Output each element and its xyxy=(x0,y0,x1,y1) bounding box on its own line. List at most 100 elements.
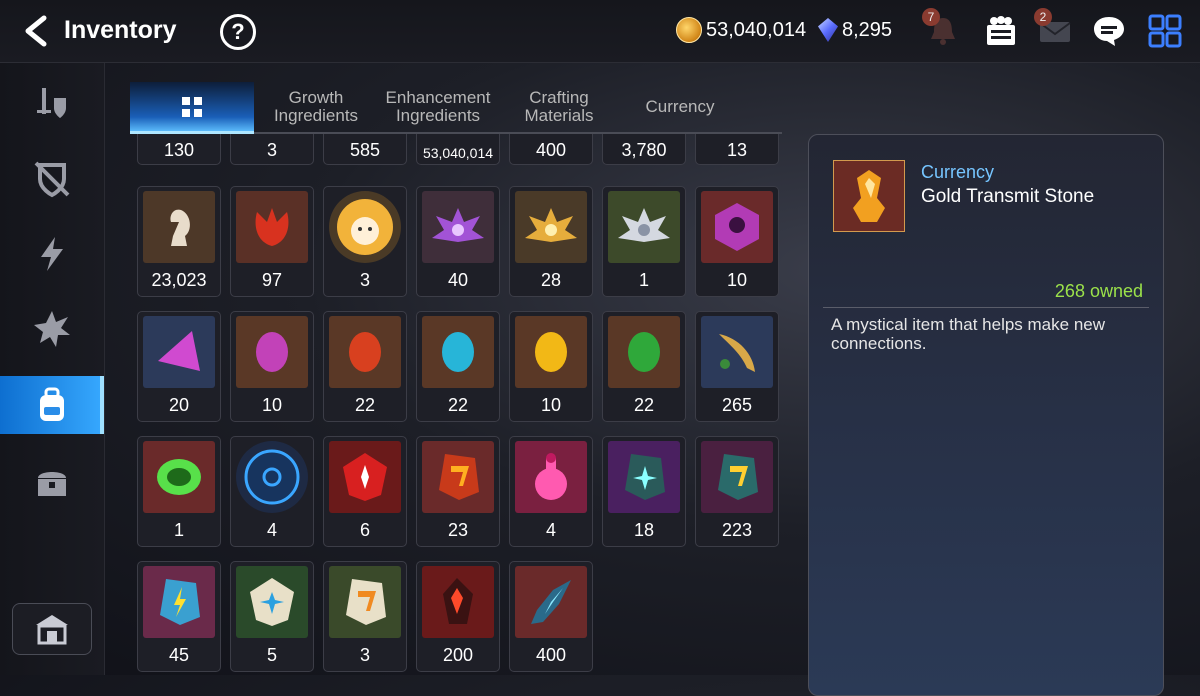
blue-lightning-stone-icon xyxy=(143,566,215,638)
item-slot[interactable]: 40 xyxy=(416,186,500,297)
red-crystal-icon xyxy=(329,441,401,513)
item-slot[interactable]: 10 xyxy=(230,311,314,422)
storehouse-icon xyxy=(36,615,68,645)
item-slot[interactable]: 22 xyxy=(416,311,500,422)
mail-badge: 2 xyxy=(1034,8,1052,26)
item-slot[interactable]: 97 xyxy=(230,186,314,297)
item-slot[interactable]: 22 xyxy=(323,311,407,422)
item-count: 22 xyxy=(354,395,376,415)
item-slot[interactable]: 3 xyxy=(323,186,407,297)
chat-icon[interactable] xyxy=(1090,12,1128,50)
item-slot[interactable]: 3 xyxy=(323,561,407,672)
item-slot[interactable]: 200 xyxy=(416,561,500,672)
item-description: A mystical item that helps make new conn… xyxy=(831,315,1106,353)
mail-icon[interactable]: 2 xyxy=(1034,8,1074,50)
sidebar-item-skill[interactable] xyxy=(0,225,104,283)
guild-icon[interactable] xyxy=(982,12,1020,50)
item-slot[interactable]: 20 xyxy=(137,311,221,422)
backpack-icon xyxy=(40,387,64,421)
teal-t-stone-icon xyxy=(701,441,773,513)
sidebar-item-items[interactable] xyxy=(0,376,104,434)
item-slot[interactable]: 10 xyxy=(509,311,593,422)
item-slot[interactable]: 53,040,014 xyxy=(416,134,500,165)
item-count: 6 xyxy=(359,520,370,540)
item-count: 5 xyxy=(266,645,277,665)
gold-lotus-icon xyxy=(515,191,587,263)
item-count: 45 xyxy=(168,645,190,665)
item-slot[interactable]: 13 xyxy=(695,134,779,165)
item-count: 20 xyxy=(168,395,190,415)
white-t-stone-icon xyxy=(329,566,401,638)
crystal-icon xyxy=(818,18,838,42)
item-count: 23,023 xyxy=(151,270,207,290)
item-tabs: Growth Ingredients Enhancement Ingredien… xyxy=(130,82,782,134)
item-slot[interactable]: 3,780 xyxy=(602,134,686,165)
inventory-grid: 130 3 585 53,040,014 400 3,780 13 23,023… xyxy=(133,134,783,675)
item-slot[interactable]: 10 xyxy=(695,186,779,297)
item-slot[interactable]: 5 xyxy=(230,561,314,672)
item-count: 40 xyxy=(447,270,469,290)
blue-circuit-disc-icon xyxy=(236,441,308,513)
item-slot[interactable]: 585 xyxy=(323,134,407,165)
white-star-stone-icon xyxy=(236,566,308,638)
sword-shield-icon xyxy=(37,88,66,118)
tab-growth-ingredients[interactable]: Growth Ingredients xyxy=(260,82,372,132)
item-slot[interactable]: 4 xyxy=(509,436,593,547)
item-count: 265 xyxy=(721,395,753,415)
item-slot[interactable]: 400 xyxy=(509,134,593,165)
grid-icon xyxy=(182,97,202,117)
item-count: 23 xyxy=(447,520,469,540)
crossed-shield-icon xyxy=(34,161,70,198)
item-count: 3 xyxy=(266,140,277,160)
item-name: Gold Transmit Stone xyxy=(921,186,1095,207)
storage-button[interactable] xyxy=(12,603,92,655)
sidebar-item-boost[interactable] xyxy=(0,300,104,358)
yellow-oval-rune-icon xyxy=(515,316,587,388)
sidebar-item-artifact[interactable] xyxy=(0,150,104,208)
dark-red-shard-icon xyxy=(422,566,494,638)
tab-all[interactable] xyxy=(130,82,254,134)
notification-bell-icon[interactable]: 7 xyxy=(922,8,962,50)
purple-hexagon-rune-icon xyxy=(701,191,773,263)
item-slot[interactable]: 6 xyxy=(323,436,407,547)
item-count: 97 xyxy=(261,270,283,290)
item-slot[interactable]: 1 xyxy=(137,436,221,547)
crystal-currency[interactable]: 8,295 xyxy=(818,16,892,44)
back-arrow-icon[interactable] xyxy=(18,14,52,48)
item-slot[interactable]: 23,023 xyxy=(137,186,221,297)
item-slot[interactable]: 4 xyxy=(230,436,314,547)
item-count: 400 xyxy=(535,140,567,160)
item-slot[interactable]: 223 xyxy=(695,436,779,547)
tab-currency[interactable]: Currency xyxy=(620,82,740,132)
item-category: Currency xyxy=(921,162,995,182)
red-oval-rune-icon xyxy=(329,316,401,388)
tab-crafting-materials[interactable]: Crafting Materials xyxy=(506,82,612,132)
item-count: 223 xyxy=(721,520,753,540)
sidebar-item-chest[interactable] xyxy=(0,453,104,511)
item-slot[interactable]: 23 xyxy=(416,436,500,547)
item-slot[interactable]: 400 xyxy=(509,561,593,672)
tab-enhancement-ingredients[interactable]: Enhancement Ingredients xyxy=(376,82,500,132)
item-slot[interactable]: 18 xyxy=(602,436,686,547)
item-slot[interactable]: 1 xyxy=(602,186,686,297)
help-icon[interactable]: ? xyxy=(220,14,256,50)
item-slot[interactable]: 265 xyxy=(695,311,779,422)
green-oval-rune-icon xyxy=(608,316,680,388)
item-slot[interactable]: 28 xyxy=(509,186,593,297)
teal-star-stone-icon xyxy=(608,441,680,513)
item-count: 18 xyxy=(633,520,655,540)
menu-grid-icon[interactable] xyxy=(1146,12,1184,50)
item-count: 3 xyxy=(359,645,370,665)
red-stone-icon xyxy=(422,441,494,513)
item-slot[interactable]: 3 xyxy=(230,134,314,165)
silver-lotus-icon xyxy=(608,191,680,263)
blue-oval-rune-icon xyxy=(422,316,494,388)
golden-fish-icon xyxy=(701,316,773,388)
gold-currency[interactable]: 53,040,014 xyxy=(676,16,806,44)
item-slot[interactable]: 130 xyxy=(137,134,221,165)
item-slot[interactable]: 45 xyxy=(137,561,221,672)
sidebar-item-equipment[interactable] xyxy=(0,75,104,133)
item-slot[interactable]: 22 xyxy=(602,311,686,422)
item-count: 10 xyxy=(540,395,562,415)
item-count: 130 xyxy=(163,140,195,160)
